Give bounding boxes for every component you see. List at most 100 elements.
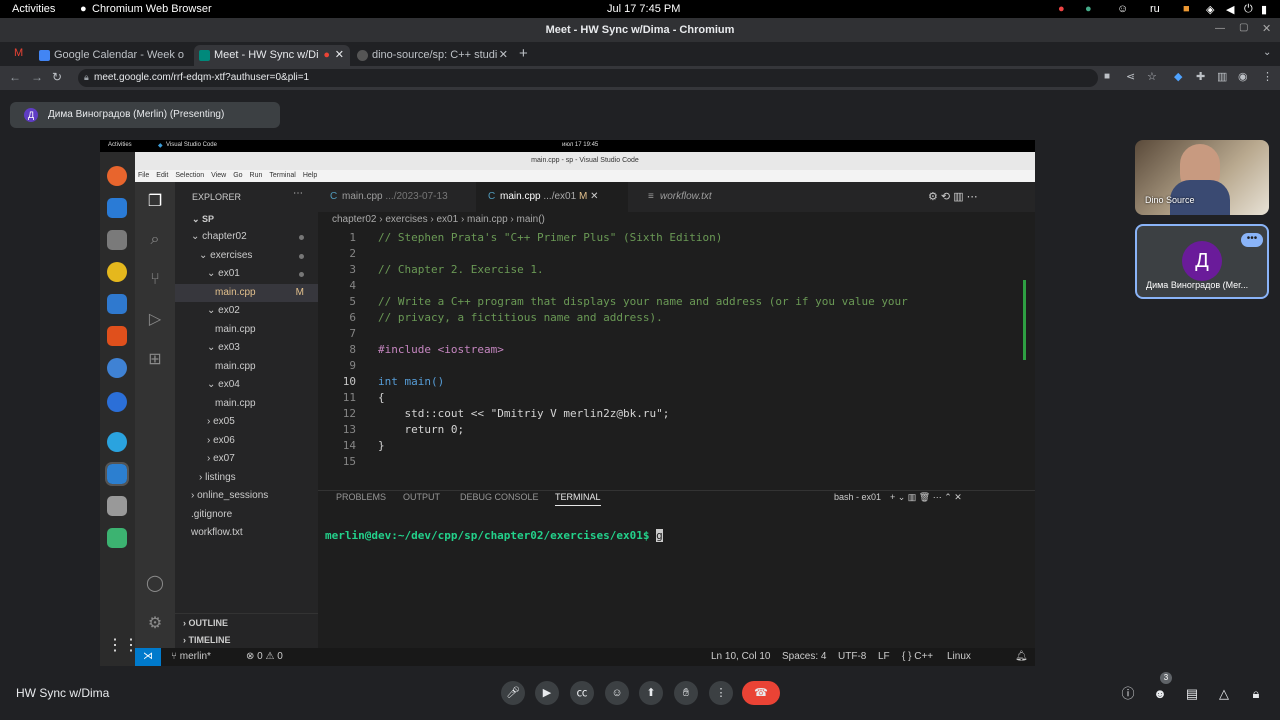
terminal-line: merlin@dev:~/dev/cpp/sp/chapter02/exerci… xyxy=(325,528,1015,544)
extensions-puzzle-icon[interactable]: ✚ xyxy=(1196,70,1205,83)
modified-dot xyxy=(299,253,304,259)
folder-item: › online_sessions xyxy=(175,487,318,505)
shared-screen: Activities ◆ Visual Studio Code июл 17 1… xyxy=(100,140,1035,666)
tab-github[interactable]: dino-source/sp: C++ studi ✕ xyxy=(352,45,514,66)
microphone-icon[interactable]: 🎤︎ xyxy=(501,681,525,705)
chevron-down-icon: ⌄ xyxy=(192,214,203,224)
editor-tab: ≡ workflow.txt xyxy=(636,182,756,212)
present-screen-icon[interactable]: ⬆ xyxy=(639,681,663,705)
captions-icon[interactable]: ㏄ xyxy=(570,681,594,705)
tree-label: listings xyxy=(205,471,236,483)
ubuntu-top-bar: Activities ◆ Visual Studio Code июл 17 1… xyxy=(100,140,1035,152)
participant-tile-self[interactable]: Д ••• Дима Виноградов (Mer... xyxy=(1135,224,1269,299)
tab-search-icon[interactable]: ⌄ xyxy=(1263,47,1271,58)
bookmark-star-icon[interactable]: ☆ xyxy=(1147,70,1157,83)
close-icon: ✕ xyxy=(590,191,599,202)
file-item: main.cpp xyxy=(175,358,318,376)
tab-label: dino-source/sp: C++ studi xyxy=(372,49,498,61)
activities-button[interactable]: Activities xyxy=(12,3,55,15)
tray-icon[interactable]: ■ xyxy=(1183,3,1190,15)
folder-item: › ex05 xyxy=(175,413,318,431)
menu-icon[interactable]: ⋮ xyxy=(1262,70,1273,83)
tab-file: main.cpp xyxy=(500,191,541,202)
help-icon xyxy=(107,358,127,378)
more-options-icon[interactable]: ⋮ xyxy=(709,681,733,705)
chat-icon[interactable]: ▤ xyxy=(1184,686,1200,702)
file-item: workflow.txt xyxy=(175,524,318,542)
folder-item: › ex07 xyxy=(175,450,318,468)
host-controls-icon[interactable]: 🔒︎ xyxy=(1248,686,1264,702)
timeline-label: TIMELINE xyxy=(188,635,231,645)
clock[interactable]: Jul 17 7:45 PM xyxy=(607,3,680,15)
code-line: 15 xyxy=(318,454,1018,470)
battery-icon[interactable]: ▮ xyxy=(1261,3,1267,16)
files-icon xyxy=(107,230,127,250)
accessibility-icon[interactable]: ☺ xyxy=(1117,3,1128,15)
back-icon[interactable]: ← xyxy=(9,70,21,84)
lock-icon[interactable]: 🔒︎ xyxy=(84,72,89,83)
cpp-file-icon: C xyxy=(488,191,496,202)
emoji-icon[interactable]: ☺ xyxy=(605,681,629,705)
more-options-icon[interactable]: ••• xyxy=(1241,233,1263,247)
app-menu[interactable]: Chromium Web Browser xyxy=(92,3,212,15)
folder-item: ⌄ ex04 xyxy=(175,376,318,394)
reload-icon[interactable]: ↻ xyxy=(52,70,62,84)
tab-calendar[interactable]: Google Calendar - Week o xyxy=(34,45,194,66)
presenter-avatar: Д xyxy=(24,108,38,122)
code-line: 2 xyxy=(318,246,1018,262)
network-icon[interactable]: ◈ xyxy=(1206,3,1214,16)
thunderbird-icon xyxy=(107,198,127,218)
close-tab-icon[interactable]: ✕ xyxy=(335,45,344,66)
folder-item: ⌄ ex03 xyxy=(175,339,318,357)
activities-icon[interactable]: △ xyxy=(1216,686,1232,702)
volume-icon[interactable]: ◀ xyxy=(1226,3,1234,16)
chromium-icon xyxy=(107,392,127,412)
window-title: Meet - HW Sync w/Dima - Chromium xyxy=(0,18,1280,42)
forward-icon[interactable]: → xyxy=(31,70,43,84)
language-indicator[interactable]: ru xyxy=(1150,3,1160,15)
vscode-small-icon: ◆ xyxy=(158,143,163,149)
power-icon[interactable]: ⏻ xyxy=(1244,3,1253,16)
profile-icon[interactable]: ◉ xyxy=(1238,70,1248,83)
extension-icon[interactable]: ◆ xyxy=(1174,70,1182,83)
code-line: 5 // Write a C++ program that displays yo… xyxy=(318,294,1018,310)
tray-icon[interactable]: ● xyxy=(1085,3,1092,15)
timeline-section: › TIMELINE xyxy=(175,631,318,649)
more-actions-icon: ⋯ xyxy=(293,188,303,199)
end-call-icon[interactable]: ☎︎ xyxy=(742,681,780,705)
panel-tab-terminal: TERMINAL xyxy=(555,492,601,506)
software-icon xyxy=(107,326,127,346)
presenting-chip[interactable]: Д Дима Виноградов (Merlin) (Presenting) xyxy=(10,102,280,128)
meeting-info-icon[interactable]: ⓘ xyxy=(1120,686,1136,702)
vscode-title: main.cpp - sp - Visual Studio Code xyxy=(135,152,1035,170)
side-panel-icon[interactable]: ▥ xyxy=(1217,70,1227,83)
close-window-icon[interactable]: ✕ xyxy=(1262,22,1271,35)
share-icon[interactable]: ⋖ xyxy=(1126,70,1135,83)
minimize-icon[interactable]: — xyxy=(1215,23,1225,34)
writer-icon xyxy=(107,294,127,314)
folder-item: ⌄ exercises xyxy=(175,247,318,265)
participant-tile[interactable]: Dino Source xyxy=(1135,140,1269,215)
gmail-icon[interactable]: M xyxy=(14,47,23,59)
tab-meet[interactable]: Meet - HW Sync w/Di ● ✕ xyxy=(194,45,350,66)
camera-icon[interactable]: ■ xyxy=(1104,71,1110,82)
new-tab-icon[interactable]: + xyxy=(519,45,528,62)
maximize-icon[interactable]: ▢ xyxy=(1239,22,1248,33)
account-icon: ◯ xyxy=(146,575,164,592)
scm-gutter xyxy=(1023,280,1026,360)
close-tab-icon[interactable]: ✕ xyxy=(499,45,508,66)
code-text: // Write a C++ program that displays you… xyxy=(378,295,908,308)
notifications-bell-icon: 🔔︎ xyxy=(1015,651,1028,662)
tree-label: online_sessions xyxy=(197,490,269,501)
address-bar[interactable]: meet.google.com/rrf-edqm-xtf?authuser=0&… xyxy=(78,69,1098,87)
people-icon[interactable]: ☻ xyxy=(1152,686,1168,702)
code-line: 8 #include <iostream> xyxy=(318,342,1018,358)
raise-hand-icon[interactable]: ✋︎ xyxy=(674,681,698,705)
chevron-down-icon: ⌄ xyxy=(207,268,219,279)
manage-gear-icon: ⚙ xyxy=(147,615,163,632)
tray-icon[interactable]: ● xyxy=(1058,3,1065,15)
cpp-file-icon: C xyxy=(330,191,338,202)
camera-toggle-icon[interactable]: ▶ xyxy=(535,681,559,705)
workspace-root: ⌄ SP xyxy=(175,210,318,228)
tab-file: main.cpp xyxy=(342,191,383,202)
